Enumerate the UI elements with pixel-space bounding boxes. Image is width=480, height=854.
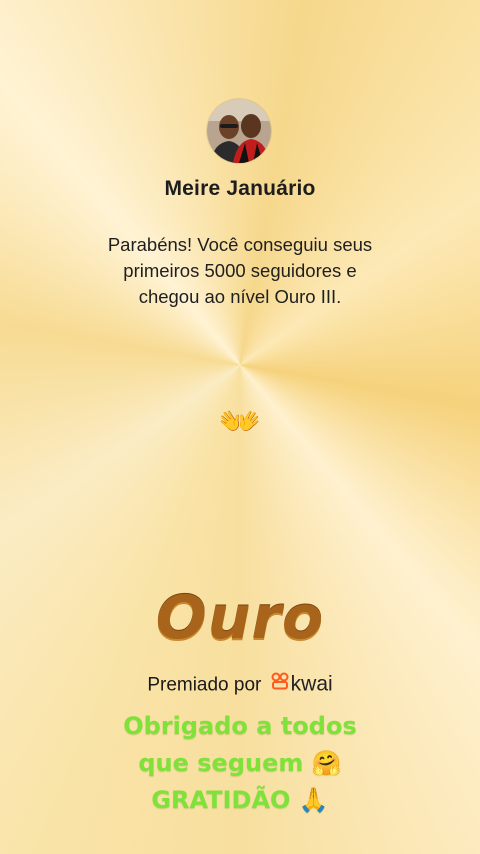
caption-line-3: GRATIDÃO 🙏: [151, 786, 329, 814]
caption-line-1: Obrigado a todos: [123, 712, 357, 740]
kwai-logo-icon: [271, 672, 289, 696]
message-line-3: chegou ao nível Ouro III.: [138, 286, 342, 307]
level-badge-title: Ouro: [155, 583, 325, 653]
pointing-hands-icon: 👐: [0, 400, 480, 444]
kwai-brand-name: kwai: [290, 672, 333, 696]
profile-photo-icon: [207, 99, 271, 163]
hands-emoji: 👐: [218, 402, 262, 442]
caption-overlay: Obrigado a todos que seguem 🤗 GRATIDÃO 🙏: [0, 708, 480, 819]
caption-line-2: que seguem 🤗: [138, 749, 342, 777]
award-prefix: Premiado por: [147, 674, 262, 696]
achievement-message: Parabéns! Você conseguiu seus primeiros …: [70, 232, 410, 310]
message-line-2: primeiros 5000 seguidores e: [123, 260, 357, 281]
award-line: Premiado por kwai: [0, 672, 480, 699]
profile-name: Meire Januário: [164, 177, 316, 200]
message-line-1: Parabéns! Você conseguiu seus: [107, 234, 373, 255]
avatar[interactable]: [207, 99, 271, 163]
